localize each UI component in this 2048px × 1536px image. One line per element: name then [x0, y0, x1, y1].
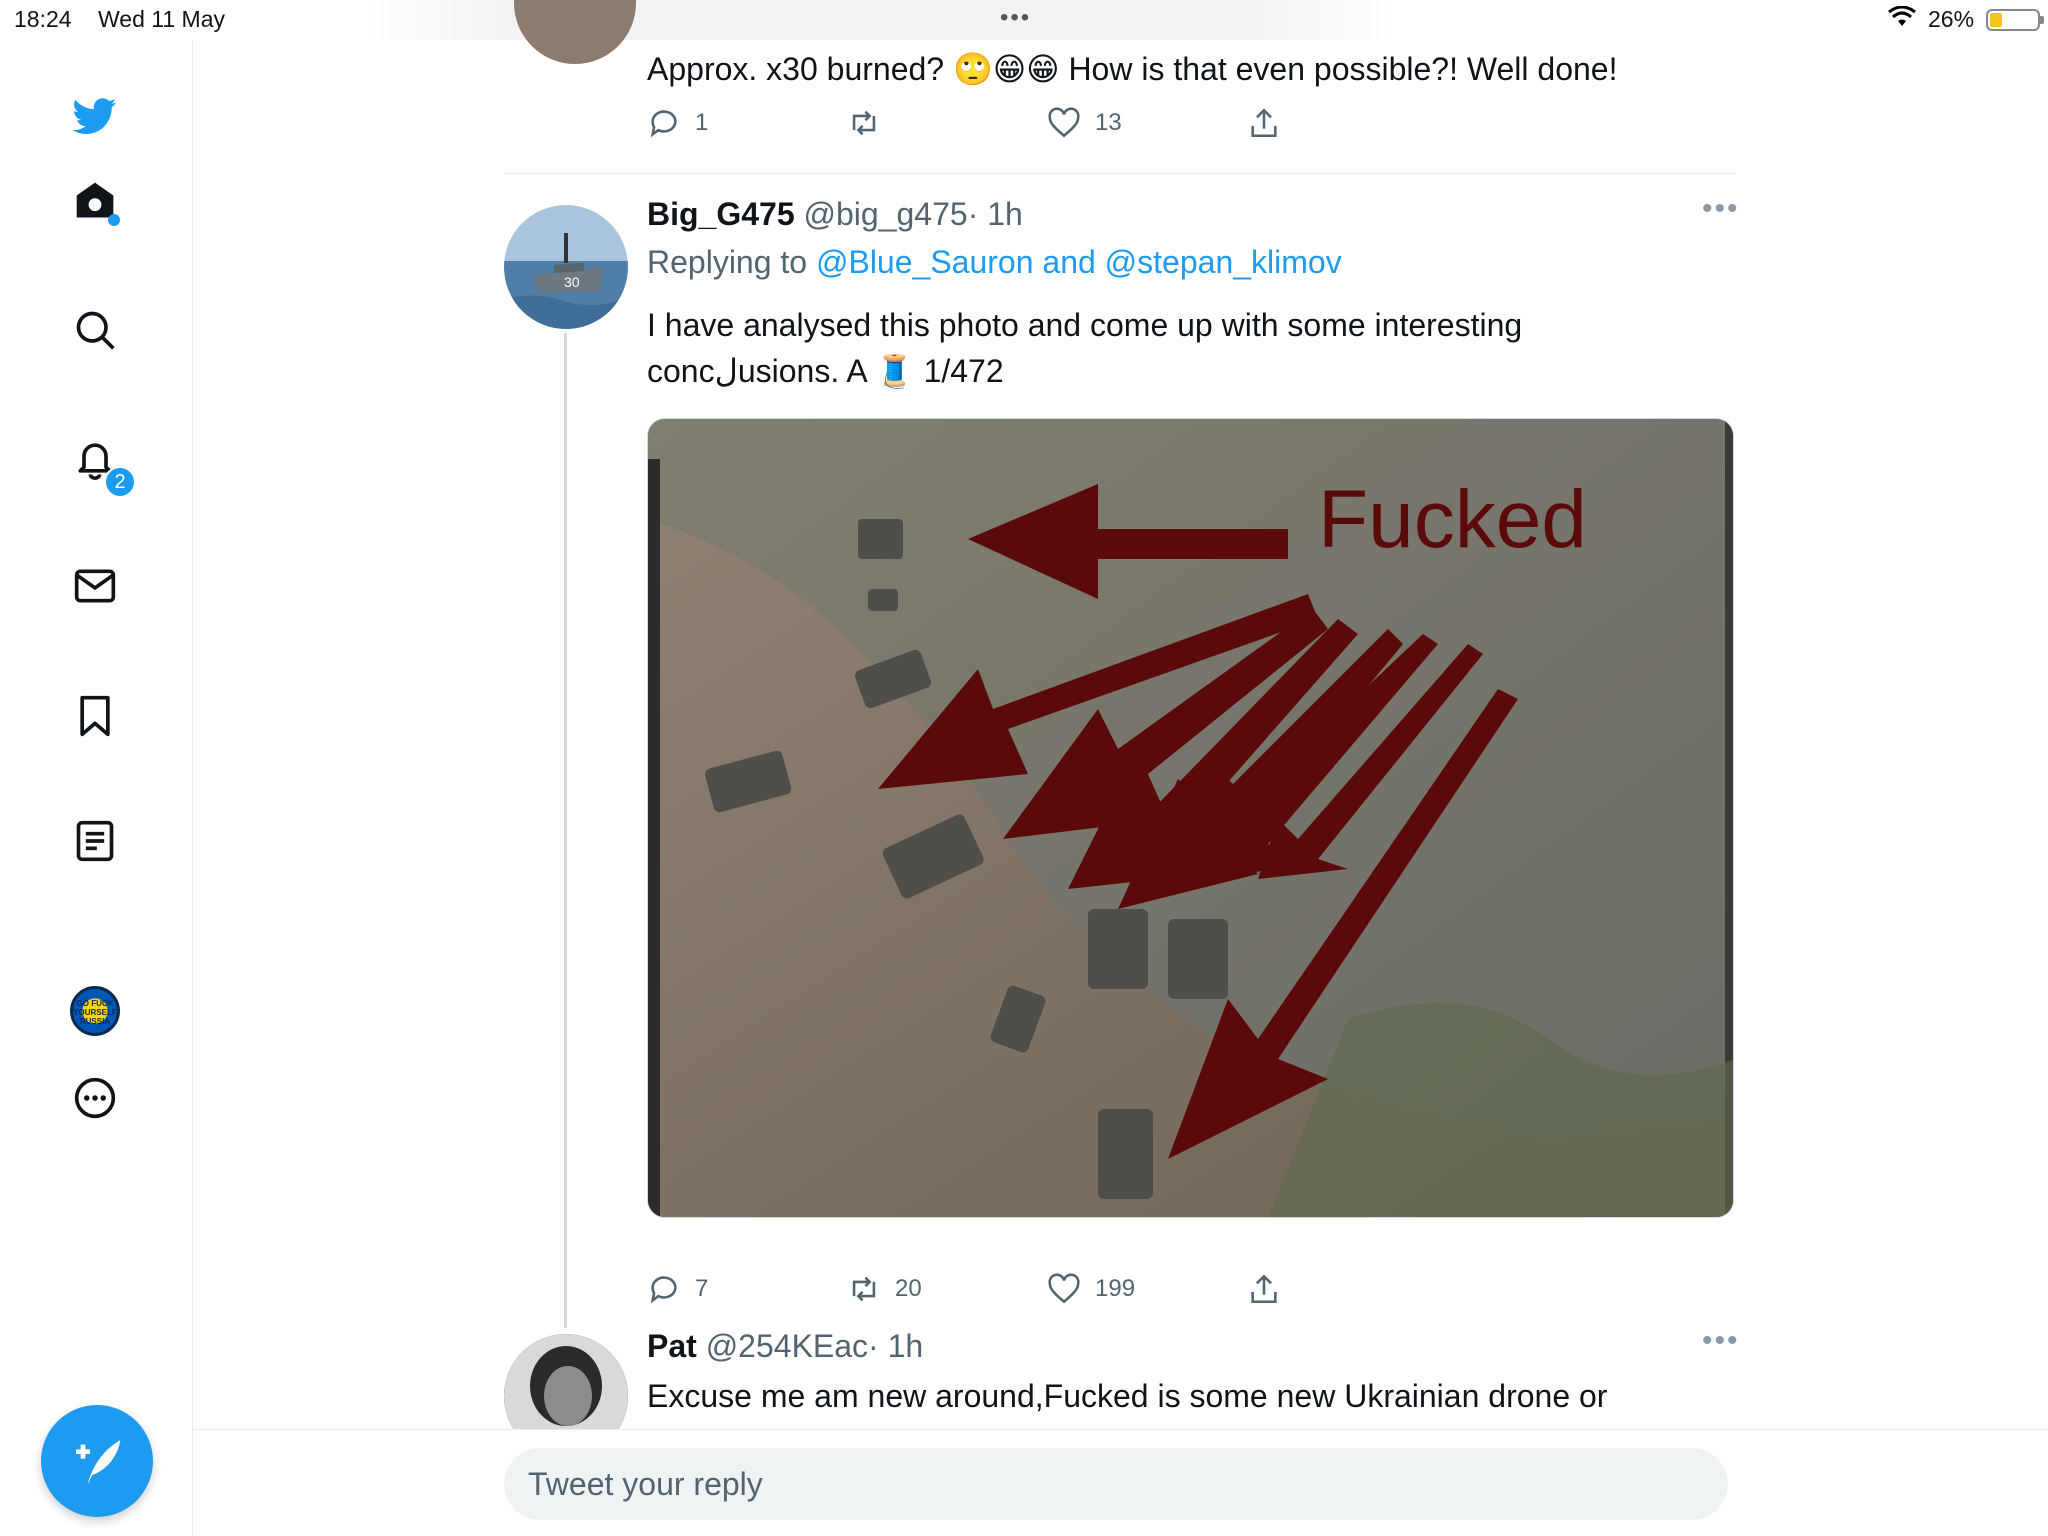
heart-icon	[1048, 1273, 1080, 1304]
handle[interactable]: @big_g475	[804, 196, 968, 232]
tweet-time[interactable]: · 1h	[868, 1328, 923, 1364]
list-icon[interactable]	[67, 813, 123, 869]
reply-icon	[650, 1276, 677, 1304]
share-icon	[1251, 1274, 1277, 1304]
mail-icon[interactable]	[67, 558, 123, 614]
reply-bar	[194, 1429, 2048, 1536]
search-icon[interactable]	[67, 302, 123, 358]
reply-button[interactable]: 1	[647, 106, 708, 140]
tweet-text-line-1: I have analysed this photo and come up w…	[647, 307, 1523, 343]
more-options-icon[interactable]: •••	[1702, 1324, 1740, 1358]
retweet-count: 20	[895, 1275, 922, 1302]
compose-tweet-button[interactable]	[41, 1405, 153, 1517]
wifi-icon	[1888, 5, 1916, 34]
like-count: 199	[1095, 1275, 1136, 1302]
replying-to-link[interactable]: @Blue_Sauron and @stepan_klimov	[816, 244, 1342, 280]
multitask-dots-icon[interactable]: •••	[1000, 4, 1031, 32]
thread-line	[564, 333, 567, 1328]
tweet-photo[interactable]: Fucked	[647, 418, 1734, 1218]
replying-prefix: Replying to	[647, 244, 808, 280]
avatar[interactable]: 30	[504, 205, 628, 329]
reply-count: 1	[695, 109, 709, 136]
tweet-text-line-2: concلusions. A 🧵 1/472	[647, 353, 1004, 389]
display-name[interactable]: Pat	[647, 1328, 697, 1364]
retweet-icon	[852, 110, 876, 136]
replying-to: Replying to @Blue_Sauron and @stepan_kli…	[647, 240, 1342, 284]
display-name[interactable]: Big_G475	[647, 196, 795, 232]
tweet-header: Big_G475 @big_g475· 1h	[647, 192, 1023, 236]
battery-percent: 26%	[1928, 6, 1975, 32]
home-unread-dot	[108, 214, 120, 226]
status-date: Wed 11 May	[98, 6, 225, 32]
like-button[interactable]: 13	[1047, 106, 1122, 140]
twitter-bird-icon[interactable]	[67, 88, 123, 144]
reply-button[interactable]: 7	[647, 1272, 708, 1306]
notification-badge: 2	[104, 466, 136, 498]
avatar[interactable]	[514, 0, 636, 64]
reply-count: 7	[695, 1275, 709, 1302]
share-button[interactable]	[1247, 1272, 1281, 1306]
sidebar: 2 GO FUCK YOURSELF RUSSIA	[0, 40, 193, 1536]
tweet-text: Approx. x30 burned? 🙄😁😁 How is that even…	[647, 51, 1618, 87]
tweet-header: Pat @254KEac· 1h	[647, 1324, 923, 1368]
bookmark-icon[interactable]	[67, 688, 123, 744]
photo-annotation-text: Fucked	[1318, 474, 1587, 565]
divider	[504, 173, 1735, 174]
more-options-icon[interactable]: •••	[1702, 192, 1740, 226]
like-button[interactable]: 199	[1047, 1272, 1135, 1306]
svg-text:30: 30	[564, 274, 580, 290]
status-time: 18:24	[14, 6, 72, 32]
boat-avatar-image: 30	[504, 233, 628, 329]
tweet-actions: 7 20 199	[647, 1272, 1487, 1312]
tweet-text: Excuse me am new around,Fucked is some n…	[647, 1378, 1608, 1414]
handle[interactable]: @254KEac	[706, 1328, 868, 1364]
reply-input[interactable]	[504, 1448, 1728, 1520]
reply-icon	[650, 110, 677, 138]
battery-icon	[1986, 9, 2044, 31]
heart-icon	[1048, 107, 1080, 138]
like-count: 13	[1095, 109, 1122, 136]
profile-avatar-text: GO FUCK YOURSELF RUSSIA	[73, 999, 117, 1026]
photo-image: Fucked	[648, 419, 1733, 1217]
retweet-icon	[852, 1276, 876, 1302]
retweet-button[interactable]: 20	[847, 1272, 922, 1306]
profile-avatar[interactable]: GO FUCK YOURSELF RUSSIA	[70, 986, 120, 1036]
timeline: Approx. x30 burned? 🙄😁😁 How is that even…	[194, 0, 2048, 1458]
more-circle-icon[interactable]	[67, 1070, 123, 1126]
tweet-actions: 1 13	[647, 106, 1487, 146]
share-button[interactable]	[1247, 106, 1281, 140]
status-bar: 18:24 Wed 11 May ••• 26%	[0, 0, 2048, 40]
compose-feather-icon	[76, 1440, 121, 1485]
retweet-button[interactable]	[847, 106, 895, 140]
tweet-time[interactable]: · 1h	[968, 196, 1023, 232]
share-icon	[1251, 108, 1277, 138]
